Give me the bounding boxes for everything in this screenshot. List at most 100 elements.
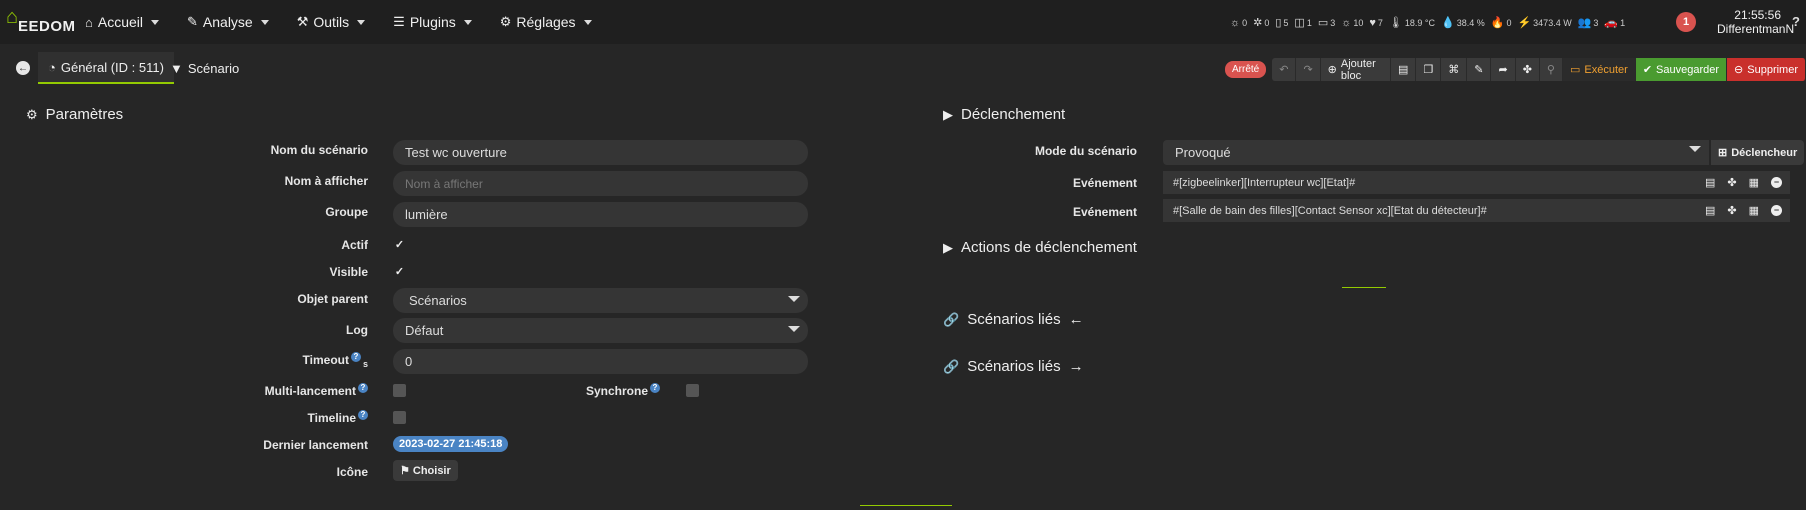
icon-label: Icône (336, 465, 368, 479)
status-value: 1 (1306, 17, 1312, 28)
back-button[interactable]: ← (10, 56, 36, 80)
timeline-checkbox[interactable] (393, 411, 406, 424)
mode-label: Mode du scénario (1034, 144, 1137, 158)
log-select[interactable]: Défaut (393, 318, 808, 343)
menu-plugins-label: Plugins (409, 14, 456, 30)
status-value: 3473.4 W (1533, 17, 1572, 28)
status-window[interactable]: ◫ 1 (1294, 16, 1311, 29)
params-title-text: Paramètres (45, 106, 124, 123)
menu-outils[interactable]: ⚒ Outils (296, 14, 366, 30)
search-button[interactable]: ⚲ (1539, 58, 1563, 81)
dropdown-arrow-icon (788, 296, 800, 302)
remove-circle-icon[interactable]: − (1771, 177, 1783, 188)
status-humidity[interactable]: 💧 38.4 % (1441, 16, 1485, 29)
execute-button[interactable]: ▭ Exécuter (1562, 58, 1636, 81)
question-circle-icon[interactable]: ? (358, 383, 368, 393)
question-circle-icon[interactable]: ? (350, 352, 361, 362)
cube-icon[interactable]: ✤ (1727, 176, 1736, 189)
redo-button[interactable]: ↷ (1296, 58, 1321, 81)
menu-accueil[interactable]: ⌂ Accueil (85, 14, 159, 30)
status-value: 7 (1377, 17, 1383, 28)
stethoscope-icon: ✎ (187, 14, 198, 29)
status-value: 18.9 °C (1404, 17, 1436, 28)
edit-button[interactable]: ✎ (1467, 58, 1492, 81)
status-light[interactable]: ☼ 0 (1230, 17, 1247, 29)
log-button[interactable]: ▤ (1390, 58, 1417, 81)
scenario-name-input[interactable]: Test wc ouverture (393, 140, 808, 165)
template-button[interactable]: ⌘ (1441, 58, 1468, 81)
status-power[interactable]: ⚡ 3473.4 W (1517, 16, 1571, 29)
group-input[interactable]: lumière (393, 202, 808, 227)
parent-object-select[interactable]: Scénarios (393, 288, 808, 313)
delete-button[interactable]: ⊖ Supprimer (1727, 58, 1806, 81)
active-label: Actif (341, 238, 368, 252)
save-button[interactable]: ✔ Sauvegarder (1635, 58, 1728, 81)
status-people[interactable]: 👥 3 (1578, 16, 1599, 29)
remove-circle-icon[interactable]: − (1771, 205, 1783, 216)
dependencies-button[interactable]: ✤ (1515, 58, 1540, 81)
door-icon: ▯ (1275, 17, 1282, 29)
list-icon[interactable]: ▤ (1705, 204, 1715, 217)
menu-analyse[interactable]: ✎ Analyse (187, 14, 269, 30)
export-button[interactable]: ➦ (1491, 58, 1516, 81)
linked-scenarios-out-title: 🔗 Scénarios liés → (943, 358, 1084, 375)
synchrone-checkbox[interactable] (686, 384, 699, 397)
active-checkbox[interactable]: ✓ (393, 238, 406, 251)
event-input[interactable]: #[zigbeelinker][Interrupteur wc][Etat]# (1163, 171, 1697, 194)
tab-general[interactable]: ◔ Général (ID : 511) (38, 52, 174, 84)
status-temperature[interactable]: 🌡 18.9 °C (1389, 16, 1435, 29)
timeout-input[interactable]: 0 (393, 349, 808, 374)
undo-button[interactable]: ↶ (1272, 58, 1297, 81)
scenario-toolbar: Arrêté ↶ ↷ ⊕ Ajouter bloc ▤ ❐ ⌘ ✎ ➦ ✤ ⚲ ▭… (1225, 58, 1806, 82)
thermometer-icon: 🌡 (1388, 17, 1403, 29)
question-circle-icon[interactable]: ? (358, 410, 368, 420)
visible-checkbox[interactable]: ✓ (393, 265, 406, 278)
status-motion[interactable]: ✲ 0 (1253, 16, 1269, 29)
add-trigger-button[interactable]: ⊞ Déclencheur (1711, 140, 1805, 165)
mode-select[interactable]: Provoqué (1163, 140, 1709, 165)
choose-icon-button[interactable]: ⚑ Choisir (393, 460, 458, 481)
link-icon: 🔗 (943, 358, 960, 374)
timeline-label-text: Timeline (307, 411, 356, 425)
calculator-icon[interactable]: ▦ (1749, 204, 1759, 217)
multi-launch-checkbox[interactable] (393, 384, 406, 397)
synchrone-label-text: Synchrone (585, 384, 648, 398)
caret-down-icon (260, 19, 269, 25)
status-value: 0 (1264, 17, 1270, 28)
help-icon[interactable]: ? (1792, 14, 1800, 29)
clock-time: 21:55:56 (1734, 8, 1781, 22)
cube-icon[interactable]: ✤ (1727, 204, 1736, 217)
parent-object-label: Objet parent (297, 292, 368, 306)
name-label: Nom du scénario (270, 143, 368, 157)
status-shutter[interactable]: ▭ 3 (1318, 16, 1335, 29)
notification-badge[interactable]: 1 (1676, 12, 1696, 32)
timeout-unit: s (362, 359, 368, 370)
motion-icon: ✲ (1253, 17, 1263, 29)
flag-icon: ⚑ (400, 465, 410, 477)
parent-object-value: Scénarios (409, 293, 467, 308)
linked-scenarios-in-title: 🔗 Scénarios liés ← (943, 311, 1084, 328)
save-label: Sauvegarder (1656, 63, 1720, 76)
tab-scenario[interactable]: ▼ Scénario (160, 52, 249, 84)
list-icon[interactable]: ▤ (1705, 176, 1715, 189)
bolt-icon: ⚡ (1517, 17, 1532, 29)
menu-plugins[interactable]: ☰ Plugins (393, 14, 472, 30)
copy-button[interactable]: ❐ (1416, 58, 1442, 81)
calculator-icon[interactable]: ▦ (1749, 176, 1759, 189)
search-icon: ⚲ (1546, 64, 1555, 76)
question-circle-icon[interactable]: ? (650, 383, 660, 393)
wrench-icon: ⚒ (296, 14, 309, 29)
display-name-input[interactable]: Nom à afficher (393, 171, 808, 196)
status-car[interactable]: 🚗 1 (1604, 16, 1625, 29)
status-door[interactable]: ▯ 5 (1275, 16, 1288, 29)
add-block-button[interactable]: ⊕ Ajouter bloc (1320, 58, 1391, 82)
status-fire[interactable]: 🔥 0 (1491, 16, 1512, 29)
status-presence[interactable]: ♥ 7 (1369, 17, 1383, 29)
status-outlet[interactable]: ☼ 10 (1341, 17, 1363, 29)
status-value: 0 (1242, 17, 1248, 28)
check-circle-icon: ✔ (1642, 64, 1653, 76)
jeedom-logo[interactable]: ⌂ EEDOM (4, 6, 84, 40)
group-label: Groupe (325, 205, 368, 219)
event-input[interactable]: #[Salle de bain des filles][Contact Sens… (1163, 199, 1697, 222)
menu-reglages[interactable]: ⚙ Réglages (500, 14, 592, 30)
